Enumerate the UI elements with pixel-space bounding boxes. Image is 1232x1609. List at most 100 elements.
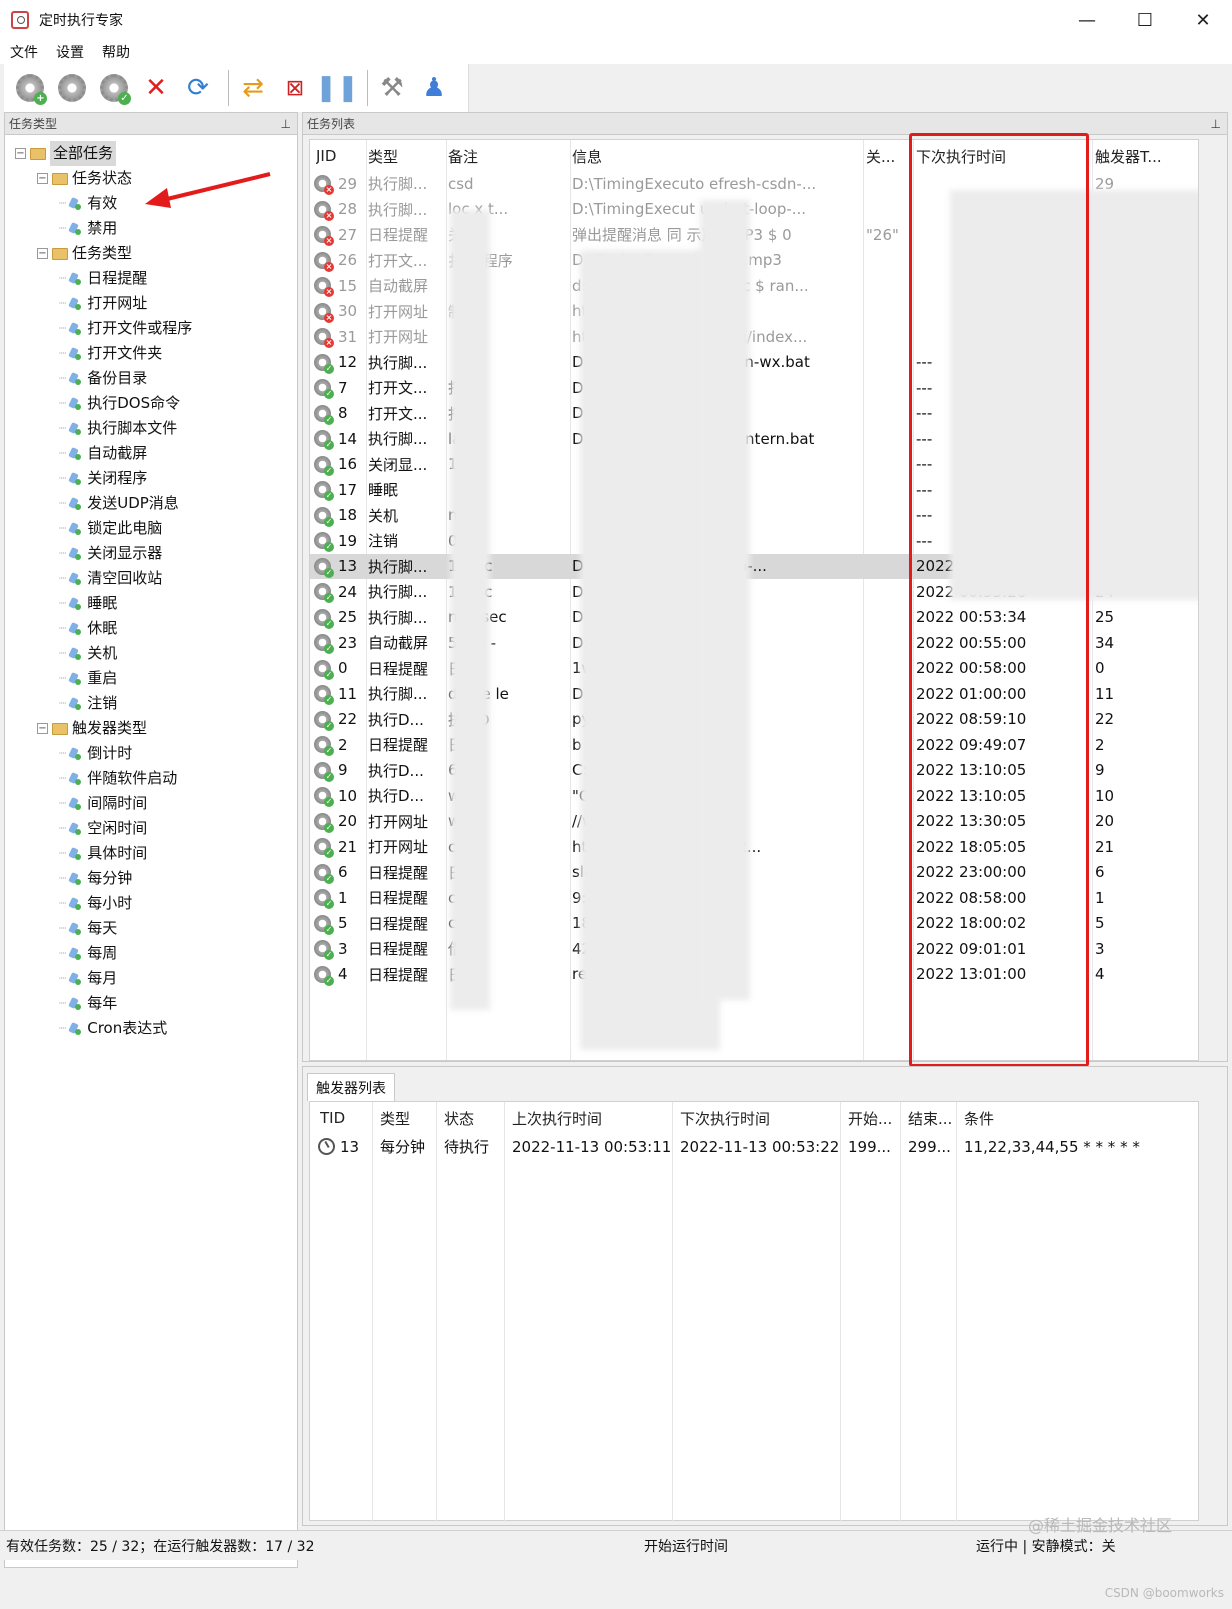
tree-node[interactable]: ┈ 休眠	[15, 616, 297, 641]
tree-node[interactable]: ┈ 倒计时	[15, 741, 297, 766]
pause-button[interactable]: ❚❚	[315, 68, 359, 108]
table-row[interactable]: ✓4日程提醒日 醒re y 4 $ 12022 13:01:004	[310, 962, 1198, 987]
table-row[interactable]: ✓6日程提醒日sleep sle o $ 12022 23:00:006	[310, 860, 1198, 885]
menu-settings[interactable]: 设置	[56, 42, 84, 62]
tree-node[interactable]: − 全部任务	[15, 141, 297, 166]
tree-node[interactable]: ┈ 日程提醒	[15, 266, 297, 291]
tree-node[interactable]: ┈ 重启	[15, 666, 297, 691]
tree-node[interactable]: ┈ 关机	[15, 641, 297, 666]
tree-node[interactable]: ┈ 关闭程序	[15, 466, 297, 491]
cell-start: 199...	[848, 1137, 891, 1156]
collapse-toggle-icon[interactable]: −	[15, 148, 26, 159]
collapse-toggle-icon[interactable]: −	[37, 173, 48, 184]
pin-icon[interactable]: ⊥	[1211, 117, 1221, 131]
minimize-button[interactable]: —	[1058, 0, 1116, 40]
add-task-button[interactable]: +	[12, 68, 48, 108]
table-row[interactable]: ✓22执行D...执行Dpyth \_c d.com\\js .2022 08:…	[310, 707, 1198, 732]
column-header[interactable]: JID	[316, 147, 366, 165]
tools-button[interactable]: ⚒	[374, 68, 410, 108]
swap-button[interactable]: ⇄	[235, 68, 271, 108]
table-row[interactable]: ✓3日程提醒借 歌42 463-5, 43 12022 09:01:013	[310, 936, 1198, 961]
tree-node[interactable]: ┈ 清空回收站	[15, 566, 297, 591]
tree-node[interactable]: ┈ 自动截屏	[15, 441, 297, 466]
table-row[interactable]: ✓2日程提醒日程b $ 12022 09:49:072	[310, 732, 1198, 757]
column-header[interactable]: 类型	[380, 1108, 440, 1129]
tree-node[interactable]: ┈ 具体时间	[15, 841, 297, 866]
table-row[interactable]: ✓21打开网址cbhttps://for debloc index...2022…	[310, 834, 1198, 859]
cell-jid: 19	[338, 531, 358, 550]
column-header[interactable]: 触发器T...	[1095, 146, 1175, 167]
tree-node[interactable]: ┈ Cron表达式	[15, 1016, 297, 1041]
column-header[interactable]: 条件	[964, 1108, 1194, 1129]
tree-node[interactable]: ┈ 每小时	[15, 891, 297, 916]
menu-file[interactable]: 文件	[10, 42, 38, 62]
tree-node[interactable]: ┈ 每天	[15, 916, 297, 941]
tree-node[interactable]: ┈ 空闲时间	[15, 816, 297, 841]
table-row[interactable]: ✓10执行D...weib "C:\ n Files\ \Chr...2022 …	[310, 783, 1198, 808]
column-header[interactable]: 关...	[866, 146, 912, 167]
column-separator	[504, 1102, 505, 1522]
watermark-csdn: CSDN @boomworks	[1104, 1586, 1224, 1600]
refresh-button[interactable]: ⟳	[180, 68, 216, 108]
task-type-icon	[68, 872, 82, 885]
column-header[interactable]: TID	[320, 1109, 376, 1127]
tree-node[interactable]: ┈ 间隔时间	[15, 791, 297, 816]
table-row[interactable]: ✓20打开网址wx //ww gets.o2022 13:30:0520	[310, 809, 1198, 834]
tree-node[interactable]: ┈ 打开网址	[15, 291, 297, 316]
tree-node[interactable]: ┈ 执行DOS命令	[15, 391, 297, 416]
tree-node[interactable]: − 触发器类型	[15, 716, 297, 741]
column-header[interactable]: 类型	[368, 146, 444, 167]
tree-node[interactable]: ┈ 每分钟	[15, 866, 297, 891]
table-row[interactable]: ✓1日程提醒ch9:002022 08:58:001	[310, 885, 1198, 910]
pin-icon[interactable]: ⊥	[281, 117, 291, 131]
tree-node[interactable]: ┈ 禁用	[15, 216, 297, 241]
close-button[interactable]: ✕	[1174, 0, 1232, 40]
tree-node[interactable]: ┈ 注销	[15, 691, 297, 716]
tree-node[interactable]: ┈ 每年	[15, 991, 297, 1016]
column-header[interactable]: 信息	[572, 146, 862, 167]
tree-node[interactable]: ┈ 每月	[15, 966, 297, 991]
cell-type: 打开网址	[368, 812, 429, 831]
table-row[interactable]: ✓23自动截屏5min -D: d $ 100 $ 0 $ 0 ...2022 …	[310, 630, 1198, 655]
tree-node[interactable]: ┈ 关闭显示器	[15, 541, 297, 566]
close-window-button[interactable]: ⊠	[277, 68, 313, 108]
tree-node[interactable]: ┈ 打开文件夹	[15, 341, 297, 366]
collapse-toggle-icon[interactable]: −	[37, 723, 48, 734]
column-header[interactable]: 开始...	[848, 1108, 904, 1129]
column-header[interactable]: 状态	[444, 1108, 508, 1129]
cell-jid: 15	[338, 276, 358, 295]
tree-node[interactable]: ┈ 打开文件或程序	[15, 316, 297, 341]
edit-task-button[interactable]	[54, 68, 90, 108]
tree-node[interactable]: ┈ 伴随软件启动	[15, 766, 297, 791]
toolbar-separator	[228, 70, 229, 106]
table-row[interactable]: ✓9执行D...6p C:\P Files\G hr...2022 13:10:…	[310, 758, 1198, 783]
column-header[interactable]: 结束...	[908, 1108, 960, 1129]
delete-task-button[interactable]: ✕	[138, 68, 174, 108]
tree-node[interactable]: ┈ 睡眠	[15, 591, 297, 616]
collapse-toggle-icon[interactable]: −	[37, 248, 48, 259]
table-row[interactable]: ✓25执行脚... n 17secD: uto efresh-csdn-...2…	[310, 605, 1198, 630]
tree-node[interactable]: − 任务类型	[15, 241, 297, 266]
cell-trig: 1	[1095, 888, 1105, 907]
user-button[interactable]: ♟	[416, 68, 452, 108]
table-row[interactable]: ✓11执行脚...del re leD:\Ti cu \del-replic .…	[310, 681, 1198, 706]
column-header[interactable]: 上次执行时间	[512, 1108, 674, 1129]
tree-node[interactable]: ┈ 每周	[15, 941, 297, 966]
table-row[interactable]: 13 每分钟 待执行 2022-11-13 00:53:11 2022-11-13 00…	[310, 1134, 1200, 1159]
tree-node[interactable]: ┈ 执行脚本文件	[15, 416, 297, 441]
table-row[interactable]: ✓0日程提醒日程1w ste2022 00:58:000	[310, 656, 1198, 681]
tree-node[interactable]: ┈ 锁定此电脑	[15, 516, 297, 541]
table-row[interactable]: ✓5日程提醒ch t18- i2022 18:00:025	[310, 911, 1198, 936]
menu-help[interactable]: 帮助	[102, 42, 130, 62]
maximize-button[interactable]: ☐	[1116, 0, 1174, 40]
column-header[interactable]: 下次执行时间	[916, 146, 1086, 167]
tab-trigger-list[interactable]: 触发器列表	[307, 1073, 395, 1101]
column-header[interactable]: 下次执行时间	[680, 1108, 842, 1129]
tree-node[interactable]: ┈ 备份目录	[15, 366, 297, 391]
cell-trig: 3	[1095, 939, 1105, 958]
enable-task-button[interactable]: ✓	[96, 68, 132, 108]
task-type-icon	[68, 797, 82, 810]
column-header[interactable]: 备注	[448, 146, 568, 167]
title-bar[interactable]: 定时执行专家 — ☐ ✕	[0, 0, 1232, 40]
tree-node[interactable]: ┈ 发送UDP消息	[15, 491, 297, 516]
